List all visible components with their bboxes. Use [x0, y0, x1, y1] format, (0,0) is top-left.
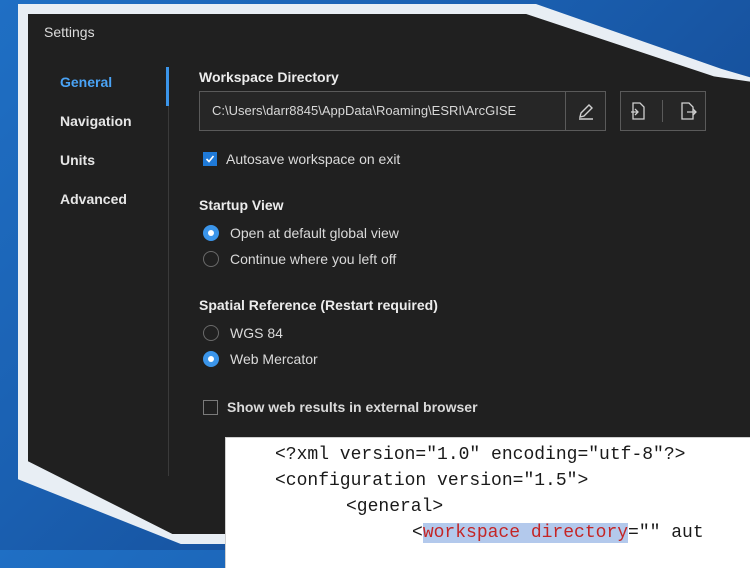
edit-path-button[interactable] — [565, 92, 606, 130]
nav-divider — [168, 106, 169, 476]
wgs84-label: WGS 84 — [230, 325, 283, 341]
toolbar-separator — [662, 100, 664, 122]
xml-workspace-prefix: < — [412, 523, 423, 543]
startup-view-heading: Startup View — [199, 197, 284, 213]
autosave-option[interactable]: Autosave workspace on exit — [203, 151, 400, 167]
xml-general-line: <general> — [346, 497, 444, 517]
spatial-option-web-mercator[interactable]: Web Mercator — [203, 351, 318, 367]
startup-option-continue[interactable]: Continue where you left off — [203, 251, 396, 267]
xml-config-snippet: <?xml version="1.0" encoding="utf-8"?> <… — [226, 438, 750, 568]
web-results-checkbox[interactable] — [203, 399, 218, 415]
pencil-icon — [579, 104, 593, 120]
startup-continue-label: Continue where you left off — [230, 251, 397, 267]
xml-workspace-highlight: workspace directory — [422, 523, 629, 543]
spatial-reference-heading: Spatial Reference (Restart required) — [199, 297, 438, 313]
startup-continue-radio[interactable] — [203, 251, 219, 267]
export-icon[interactable] — [678, 101, 698, 121]
xml-declaration: <?xml version="1.0" encoding="utf-8"?> — [275, 445, 686, 465]
nav-item-advanced[interactable]: Advanced — [60, 189, 180, 228]
workspace-path-field[interactable]: C:\Users\darr8845\AppData\Roaming\ESRI\A… — [199, 91, 606, 131]
web-mercator-label: Web Mercator — [230, 351, 318, 367]
import-icon[interactable] — [628, 101, 648, 121]
nav-item-general[interactable]: General — [60, 72, 180, 111]
xml-workspace-suffix: ="" aut — [628, 523, 704, 543]
xml-workspace-line: <workspace directory="" aut — [412, 523, 704, 543]
nav-item-navigation[interactable]: Navigation — [60, 111, 180, 150]
autosave-label: Autosave workspace on exit — [226, 151, 401, 167]
nav-item-units[interactable]: Units — [60, 150, 180, 189]
xml-configuration-line: <configuration version="1.5"> — [275, 471, 589, 491]
autosave-checkbox[interactable] — [203, 152, 217, 166]
checkmark-icon — [205, 155, 215, 163]
workspace-directory-heading: Workspace Directory — [199, 69, 339, 85]
spatial-option-wgs84[interactable]: WGS 84 — [203, 325, 283, 341]
nav-active-indicator — [166, 67, 169, 106]
web-results-label: Show web results in external browser — [227, 399, 478, 415]
window-title: Settings — [44, 24, 95, 40]
wgs84-radio[interactable] — [203, 325, 219, 341]
startup-option-default[interactable]: Open at default global view — [203, 225, 399, 241]
web-mercator-radio[interactable] — [203, 351, 219, 367]
settings-nav: General Navigation Units Advanced — [60, 72, 180, 228]
web-results-option[interactable]: Show web results in external browser — [203, 399, 478, 415]
workspace-path-value: C:\Users\darr8845\AppData\Roaming\ESRI\A… — [212, 103, 517, 118]
startup-default-label: Open at default global view — [230, 225, 399, 241]
import-export-group — [620, 91, 706, 131]
startup-default-radio[interactable] — [203, 225, 219, 241]
